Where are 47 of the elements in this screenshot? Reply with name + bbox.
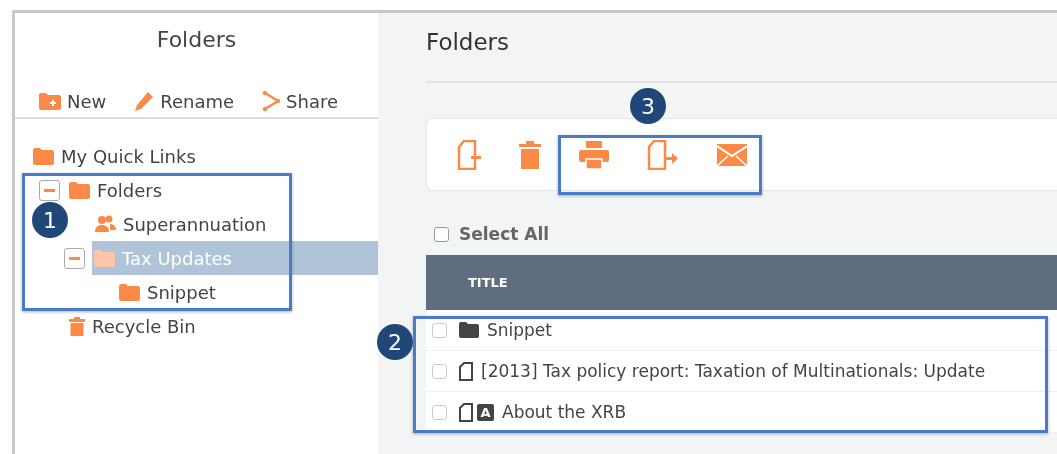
table-cell: [2013] Tax policy report: Taxation of Multinationals: Update [481, 361, 986, 381]
tree-item[interactable]: My Quick Links [31, 143, 198, 169]
folder-icon [119, 283, 140, 301]
table-row[interactable]: A About the XRB [426, 392, 1057, 433]
collapse-toggle[interactable] [39, 179, 60, 201]
collapse-toggle[interactable] [64, 247, 85, 269]
select-all-checkbox[interactable] [434, 226, 449, 242]
tree-item[interactable]: Folders [67, 177, 164, 203]
folder-icon [33, 147, 54, 165]
tree-item[interactable]: Recycle Bin [67, 313, 198, 339]
printer-icon [579, 140, 609, 169]
select-all-label: Select All [459, 224, 550, 244]
toolbar-button[interactable] [717, 143, 747, 166]
folder-plus-icon [39, 92, 61, 110]
column-header[interactable]: TITLE [468, 275, 508, 290]
page-title: Folders [426, 29, 510, 55]
trash-icon [69, 316, 85, 336]
toolbar-button[interactable] [457, 139, 481, 170]
table-row[interactable]: [2013] Tax policy report: Taxation of Multinationals: Update [426, 351, 1057, 392]
row-checkbox[interactable] [432, 322, 447, 338]
trash-icon [519, 140, 541, 169]
folder-icon [94, 249, 115, 267]
envelope-icon [717, 143, 747, 166]
toolbar-button[interactable] [647, 139, 679, 170]
table-cell: About the XRB [502, 402, 627, 422]
pencil-icon [134, 91, 155, 111]
toolbar-button[interactable] [519, 140, 541, 169]
table-row[interactable]: Snippet [426, 310, 1057, 351]
share-icon [262, 91, 281, 111]
table-cell: Snippet [487, 320, 552, 340]
row-checkbox[interactable] [432, 363, 447, 379]
tree-item[interactable]: Snippet [117, 279, 218, 305]
row-checkbox[interactable] [432, 404, 447, 420]
folder-icon [69, 181, 90, 199]
people-icon [94, 215, 116, 233]
folder-icon [459, 322, 479, 338]
document-minus-icon [457, 139, 481, 170]
badge: A [477, 403, 494, 421]
toolbar-link[interactable]: Rename [134, 85, 235, 117]
panel-title: Folders [156, 27, 237, 52]
document-icon [459, 361, 473, 381]
toolbar-link[interactable]: Share [262, 85, 339, 117]
document-icon [459, 402, 473, 422]
tree-item[interactable]: Superannuation [92, 211, 269, 237]
document-export-icon [647, 139, 679, 170]
toolbar-button[interactable] [579, 140, 609, 169]
toolbar-link[interactable]: New [39, 85, 107, 117]
